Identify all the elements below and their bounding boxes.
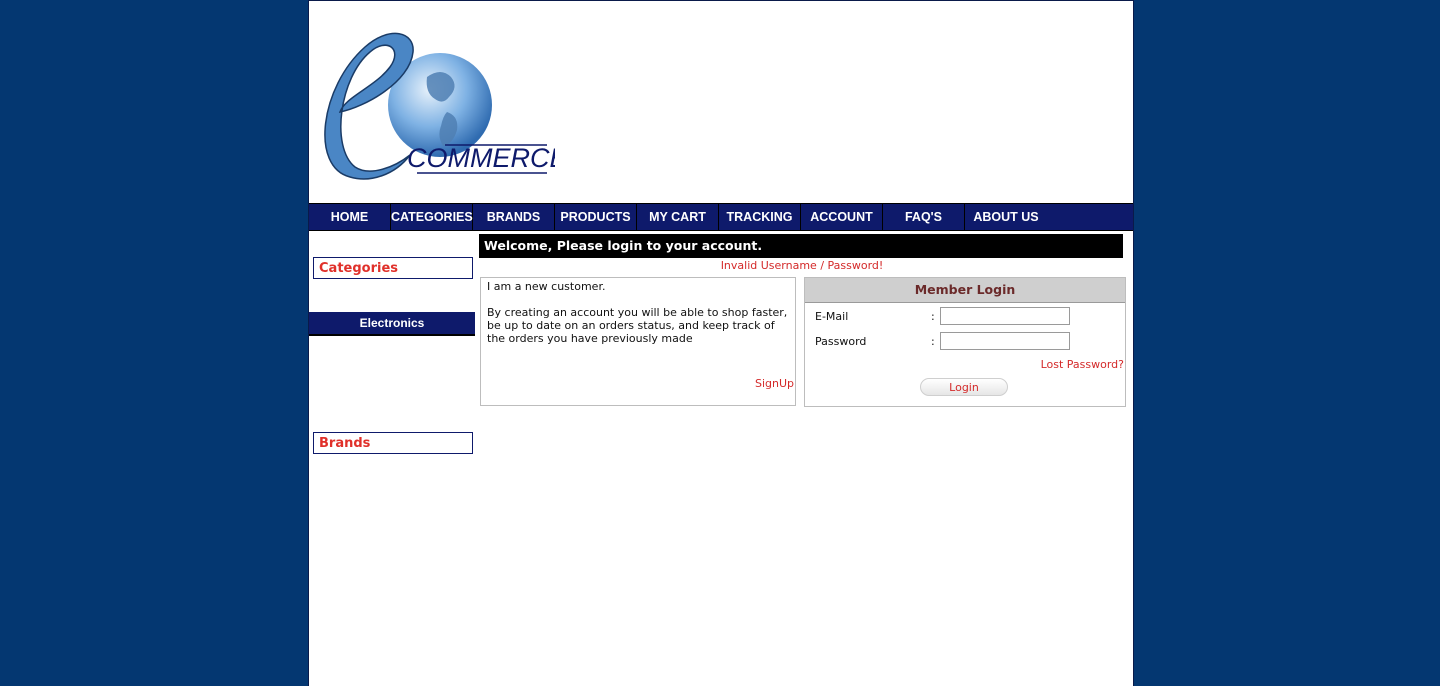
nav-my-cart[interactable]: MY CART bbox=[637, 204, 719, 230]
member-login-panel: Member Login E-Mail : Password : Lost Pa… bbox=[804, 277, 1126, 407]
ecommerce-logo[interactable]: COMMERCE bbox=[315, 27, 555, 192]
nav-brands[interactable]: BRANDS bbox=[473, 204, 555, 230]
member-login-title: Member Login bbox=[805, 278, 1125, 303]
password-field[interactable] bbox=[940, 332, 1070, 350]
nav-account[interactable]: ACCOUNT bbox=[801, 204, 883, 230]
new-customer-description: By creating an account you will be able … bbox=[487, 306, 788, 345]
nav-tracking[interactable]: TRACKING bbox=[719, 204, 801, 230]
login-button[interactable]: Login bbox=[920, 378, 1008, 396]
nav-products[interactable]: PRODUCTS bbox=[555, 204, 637, 230]
categories-heading: Categories bbox=[313, 257, 473, 279]
login-error-message: Invalid Username / Password! bbox=[720, 259, 884, 272]
nav-categories[interactable]: CATEGORIES bbox=[391, 204, 473, 230]
nav-about-us[interactable]: ABOUT US bbox=[965, 204, 1047, 230]
email-colon: : bbox=[931, 310, 935, 323]
email-field[interactable] bbox=[940, 307, 1070, 325]
lost-password-link[interactable]: Lost Password? bbox=[1041, 358, 1124, 371]
new-customer-heading: I am a new customer. bbox=[487, 280, 606, 293]
password-colon: : bbox=[931, 335, 935, 348]
email-label: E-Mail bbox=[815, 310, 849, 323]
logo-text: COMMERCE bbox=[407, 143, 555, 173]
page-container: COMMERCE HOME CATEGORIES BRANDS PRODUCTS… bbox=[308, 0, 1134, 686]
password-label: Password bbox=[815, 335, 867, 348]
signup-link[interactable]: SignUp bbox=[755, 377, 794, 390]
welcome-banner: Welcome, Please login to your account. bbox=[479, 234, 1123, 258]
brands-heading: Brands bbox=[313, 432, 473, 454]
category-electronics[interactable]: Electronics bbox=[309, 312, 475, 336]
nav-faqs[interactable]: FAQ'S bbox=[883, 204, 965, 230]
main-nav: HOME CATEGORIES BRANDS PRODUCTS MY CART … bbox=[309, 203, 1133, 231]
new-customer-panel: I am a new customer. By creating an acco… bbox=[480, 277, 796, 406]
header: COMMERCE bbox=[309, 1, 1133, 203]
nav-home[interactable]: HOME bbox=[309, 204, 391, 230]
